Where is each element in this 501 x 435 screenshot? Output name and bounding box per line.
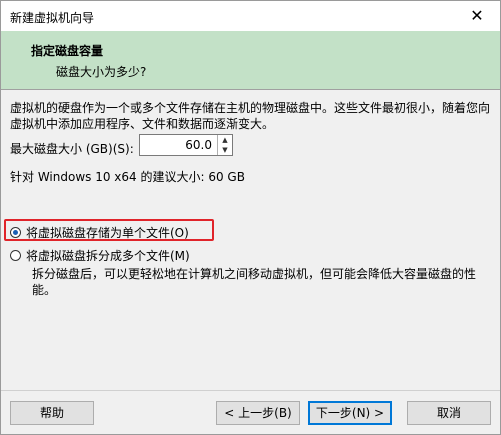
split-note: 拆分磁盘后，可以更轻松地在计算机之间移动虚拟机，但可能会降低大容量磁盘的性能。 <box>32 267 477 297</box>
close-icon[interactable]: ✕ <box>454 1 500 31</box>
stepper-down-icon[interactable]: ▼ <box>218 145 232 155</box>
highlight-box <box>4 219 214 241</box>
radio-unselected-icon[interactable] <box>10 250 21 261</box>
max-size-value[interactable]: 60.0 <box>185 138 212 152</box>
disk-description: 虚拟机的硬盘作为一个或多个文件存储在主机的物理磁盘中。这些文件最初很小，随着您向… <box>10 101 491 131</box>
recommended-size: 针对 Windows 10 x64 的建议大小: 60 GB <box>10 170 245 184</box>
back-button[interactable]: < 上一步(B) <box>216 401 300 425</box>
stepper-up-icon[interactable]: ▲ <box>218 135 232 145</box>
cancel-button[interactable]: 取消 <box>407 401 491 425</box>
help-button[interactable]: 帮助 <box>10 401 94 425</box>
wizard-window: 新建虚拟机向导 ✕ 指定磁盘容量 磁盘大小为多少? 虚拟机的硬盘作为一个或多个文… <box>0 0 501 435</box>
title-bar: 新建虚拟机向导 ✕ <box>1 1 500 31</box>
next-button[interactable]: 下一步(N) > <box>308 401 392 425</box>
wizard-header: 指定磁盘容量 磁盘大小为多少? <box>1 31 500 90</box>
max-size-stepper[interactable]: 60.0 ▲ ▼ <box>139 134 233 156</box>
radio-split-label[interactable]: 将虚拟磁盘拆分成多个文件(M) <box>26 249 190 263</box>
stepper-arrows: ▲ ▼ <box>217 135 232 155</box>
footer-divider <box>1 390 500 391</box>
step-title: 指定磁盘容量 <box>31 44 104 58</box>
window-title: 新建虚拟机向导 <box>10 11 95 25</box>
radio-split-files[interactable]: 将虚拟磁盘拆分成多个文件(M) <box>10 247 190 264</box>
step-subtitle: 磁盘大小为多少? <box>56 65 147 79</box>
max-size-label: 最大磁盘大小 (GB)(S): <box>10 142 134 156</box>
